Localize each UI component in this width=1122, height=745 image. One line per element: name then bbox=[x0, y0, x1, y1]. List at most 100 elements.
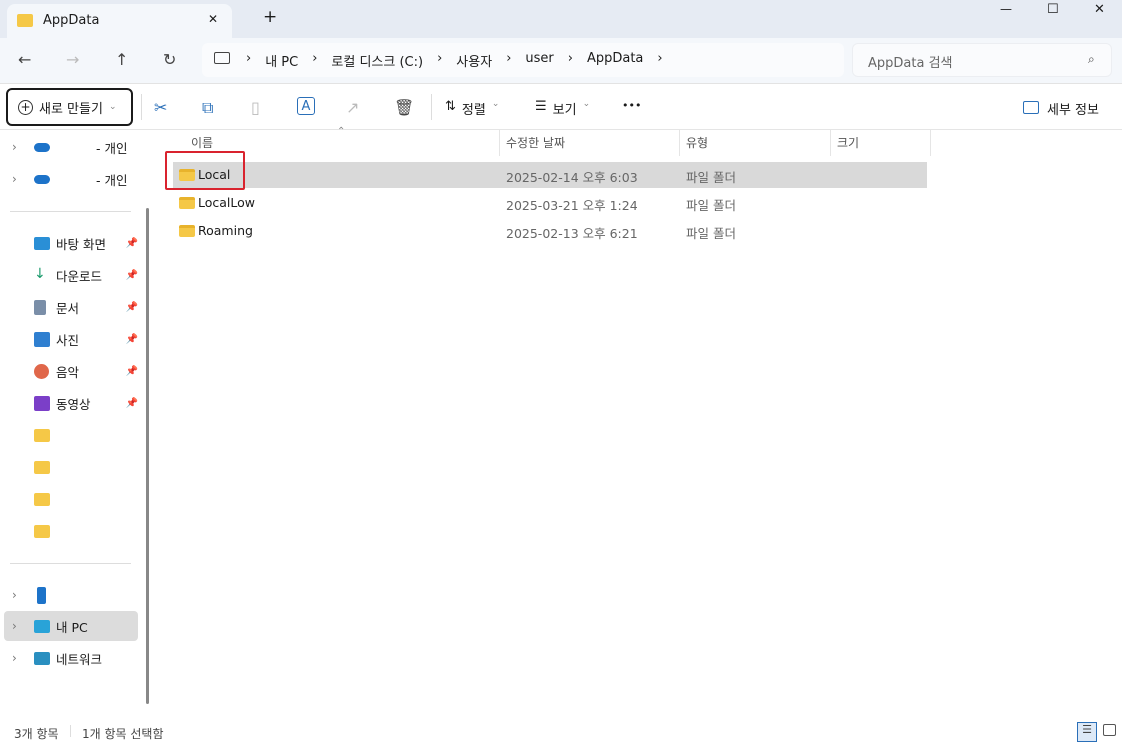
file-name: LocalLow bbox=[198, 195, 256, 210]
sidebar-item-onedrive[interactable]: › - 개인 bbox=[4, 132, 138, 162]
column-header-date[interactable]: 수정한 날짜 bbox=[506, 134, 565, 151]
view-button[interactable]: ☰ 보기 ⌄ bbox=[535, 99, 590, 118]
file-date: 2025-02-14 오후 6:03 bbox=[506, 170, 638, 185]
chevron-down-icon: ⌄ bbox=[108, 102, 117, 112]
file-row-local[interactable]: Local 2025-02-14 오후 6:03 파일 폴더 bbox=[173, 162, 927, 188]
chevron-right-icon: › bbox=[567, 51, 573, 66]
navigation-row: ← → ↑ ↻ › 내 PC › 로컬 디스크 (C:) › 사용자 › use… bbox=[0, 38, 1122, 84]
divider bbox=[431, 94, 432, 120]
details-view-toggle[interactable]: ☰ bbox=[1077, 722, 1097, 742]
pin-icon[interactable]: 📌 bbox=[126, 398, 138, 409]
document-icon bbox=[34, 299, 46, 315]
chevron-right-icon: › bbox=[506, 51, 512, 66]
divider bbox=[10, 211, 131, 212]
file-list: ⌃ 이름 수정한 날짜 유형 크기 Local 2025-02-14 오후 6:… bbox=[155, 126, 1122, 718]
copy-icon[interactable]: ⧉ bbox=[202, 98, 213, 118]
new-label: 새로 만들기 bbox=[39, 101, 103, 117]
minimize-button[interactable]: — bbox=[1000, 2, 1012, 16]
breadcrumb-item[interactable]: AppData bbox=[587, 51, 643, 70]
sidebar-label: - 개인 bbox=[96, 140, 128, 156]
more-options-button[interactable]: ••• bbox=[622, 99, 641, 112]
forward-button[interactable]: → bbox=[66, 50, 79, 69]
column-divider[interactable] bbox=[830, 130, 831, 156]
cloud-icon bbox=[34, 175, 50, 184]
sort-button[interactable]: ⇅ 정렬 ⌄ bbox=[445, 99, 499, 118]
sort-icon: ⇅ bbox=[445, 99, 456, 114]
column-header-type[interactable]: 유형 bbox=[686, 134, 708, 151]
pin-icon[interactable]: 📌 bbox=[126, 334, 138, 345]
tab-appdata[interactable]: AppData ✕ bbox=[7, 4, 232, 38]
pin-icon[interactable]: 📌 bbox=[126, 270, 138, 281]
sidebar-item-folder[interactable] bbox=[4, 420, 138, 450]
sidebar-item-folder[interactable] bbox=[4, 516, 138, 546]
details-button[interactable]: 세부 정보 bbox=[1023, 99, 1099, 118]
sidebar-item-downloads[interactable]: ↓ 다운로드 📌 bbox=[4, 260, 138, 290]
cut-icon[interactable]: ✂ bbox=[154, 98, 167, 117]
chevron-right-icon[interactable]: › bbox=[12, 140, 17, 154]
chevron-right-icon[interactable]: › bbox=[12, 172, 17, 186]
paste-icon[interactable]: ▯ bbox=[251, 98, 260, 117]
breadcrumb-item[interactable]: user bbox=[525, 51, 553, 70]
sidebar-scrollbar[interactable] bbox=[146, 208, 149, 704]
share-icon[interactable]: ↗ bbox=[346, 98, 359, 117]
command-bar: + 새로 만들기 ⌄ ✂ ⧉ ▯ A ↗ 🗑 ⇅ 정렬 ⌄ ☰ 보기 ⌄ ••• 세부 … bbox=[0, 84, 1122, 130]
desktop-icon bbox=[34, 236, 50, 250]
chevron-right-icon[interactable]: › bbox=[12, 619, 17, 633]
delete-icon[interactable]: 🗑 bbox=[394, 98, 414, 117]
sidebar-item-this-pc[interactable]: › 내 PC bbox=[4, 611, 138, 641]
file-type: 파일 폴더 bbox=[686, 226, 736, 241]
details-label: 세부 정보 bbox=[1047, 103, 1099, 118]
column-divider[interactable] bbox=[499, 130, 500, 156]
search-input[interactable]: AppData 검색 ⌕ bbox=[852, 43, 1112, 77]
up-button[interactable]: ↑ bbox=[115, 50, 128, 69]
column-divider[interactable] bbox=[930, 130, 931, 156]
folder-icon bbox=[17, 14, 33, 27]
sidebar-label: 다운로드 bbox=[56, 268, 103, 284]
breadcrumb-item[interactable]: 로컬 디스크 (C:) bbox=[331, 51, 423, 70]
divider bbox=[70, 725, 71, 737]
tab-title: AppData bbox=[43, 13, 100, 28]
new-tab-button[interactable]: + bbox=[263, 7, 277, 27]
column-header-name[interactable]: 이름 bbox=[191, 134, 213, 151]
close-window-button[interactable]: ✕ bbox=[1094, 2, 1105, 17]
sidebar-item-pictures[interactable]: 사진 📌 bbox=[4, 324, 138, 354]
chevron-right-icon[interactable]: › bbox=[12, 588, 17, 602]
sidebar-label: 문서 bbox=[56, 300, 80, 316]
divider bbox=[10, 563, 131, 564]
refresh-button[interactable]: ↻ bbox=[163, 50, 176, 69]
sidebar-item-videos[interactable]: 동영상 📌 bbox=[4, 388, 138, 418]
folder-icon bbox=[34, 460, 50, 474]
file-row-locallow[interactable]: LocalLow 2025-03-21 오후 1:24 파일 폴더 bbox=[173, 190, 927, 216]
search-icon: ⌕ bbox=[1088, 52, 1095, 66]
breadcrumb-item[interactable]: 내 PC bbox=[265, 51, 298, 70]
network-icon bbox=[34, 651, 50, 665]
sidebar-item-folder[interactable] bbox=[4, 484, 138, 514]
pin-icon[interactable]: 📌 bbox=[126, 238, 138, 249]
tiles-view-toggle[interactable] bbox=[1103, 724, 1116, 736]
status-bar: 3개 항목 1개 항목 선택함 ☰ bbox=[0, 718, 1122, 745]
breadcrumb-item[interactable]: 사용자 bbox=[456, 51, 492, 70]
new-button[interactable]: + 새로 만들기 ⌄ bbox=[6, 88, 133, 126]
sidebar-item-documents[interactable]: 문서 📌 bbox=[4, 292, 138, 322]
sidebar-item-onedrive[interactable]: › - 개인 bbox=[4, 164, 138, 194]
back-button[interactable]: ← bbox=[18, 50, 31, 69]
sidebar-item-network[interactable]: › 네트워크 bbox=[4, 643, 138, 673]
tab-close-button[interactable]: ✕ bbox=[208, 12, 218, 26]
pin-icon[interactable]: 📌 bbox=[126, 302, 138, 313]
sidebar-item-music[interactable]: 음악 📌 bbox=[4, 356, 138, 386]
sidebar-item-desktop[interactable]: 바탕 화면 📌 bbox=[4, 228, 138, 258]
chevron-right-icon[interactable]: › bbox=[12, 651, 17, 665]
pin-icon[interactable]: 📌 bbox=[126, 366, 138, 377]
sidebar-item-folder[interactable] bbox=[4, 452, 138, 482]
computer-icon bbox=[214, 52, 230, 64]
address-bar[interactable]: › 내 PC › 로컬 디스크 (C:) › 사용자 › user › AppD… bbox=[202, 43, 844, 77]
column-divider[interactable] bbox=[679, 130, 680, 156]
rename-icon[interactable]: A bbox=[297, 97, 315, 115]
sidebar-item-phone[interactable]: › bbox=[4, 580, 138, 610]
breadcrumb: › 내 PC › 로컬 디스크 (C:) › 사용자 › user › AppD… bbox=[246, 51, 663, 70]
column-header-size[interactable]: 크기 bbox=[837, 134, 859, 151]
file-row-roaming[interactable]: Roaming 2025-02-13 오후 6:21 파일 폴더 bbox=[173, 218, 927, 244]
file-type: 파일 폴더 bbox=[686, 198, 736, 213]
maximize-button[interactable]: ☐ bbox=[1047, 2, 1059, 17]
cloud-icon bbox=[34, 143, 50, 152]
